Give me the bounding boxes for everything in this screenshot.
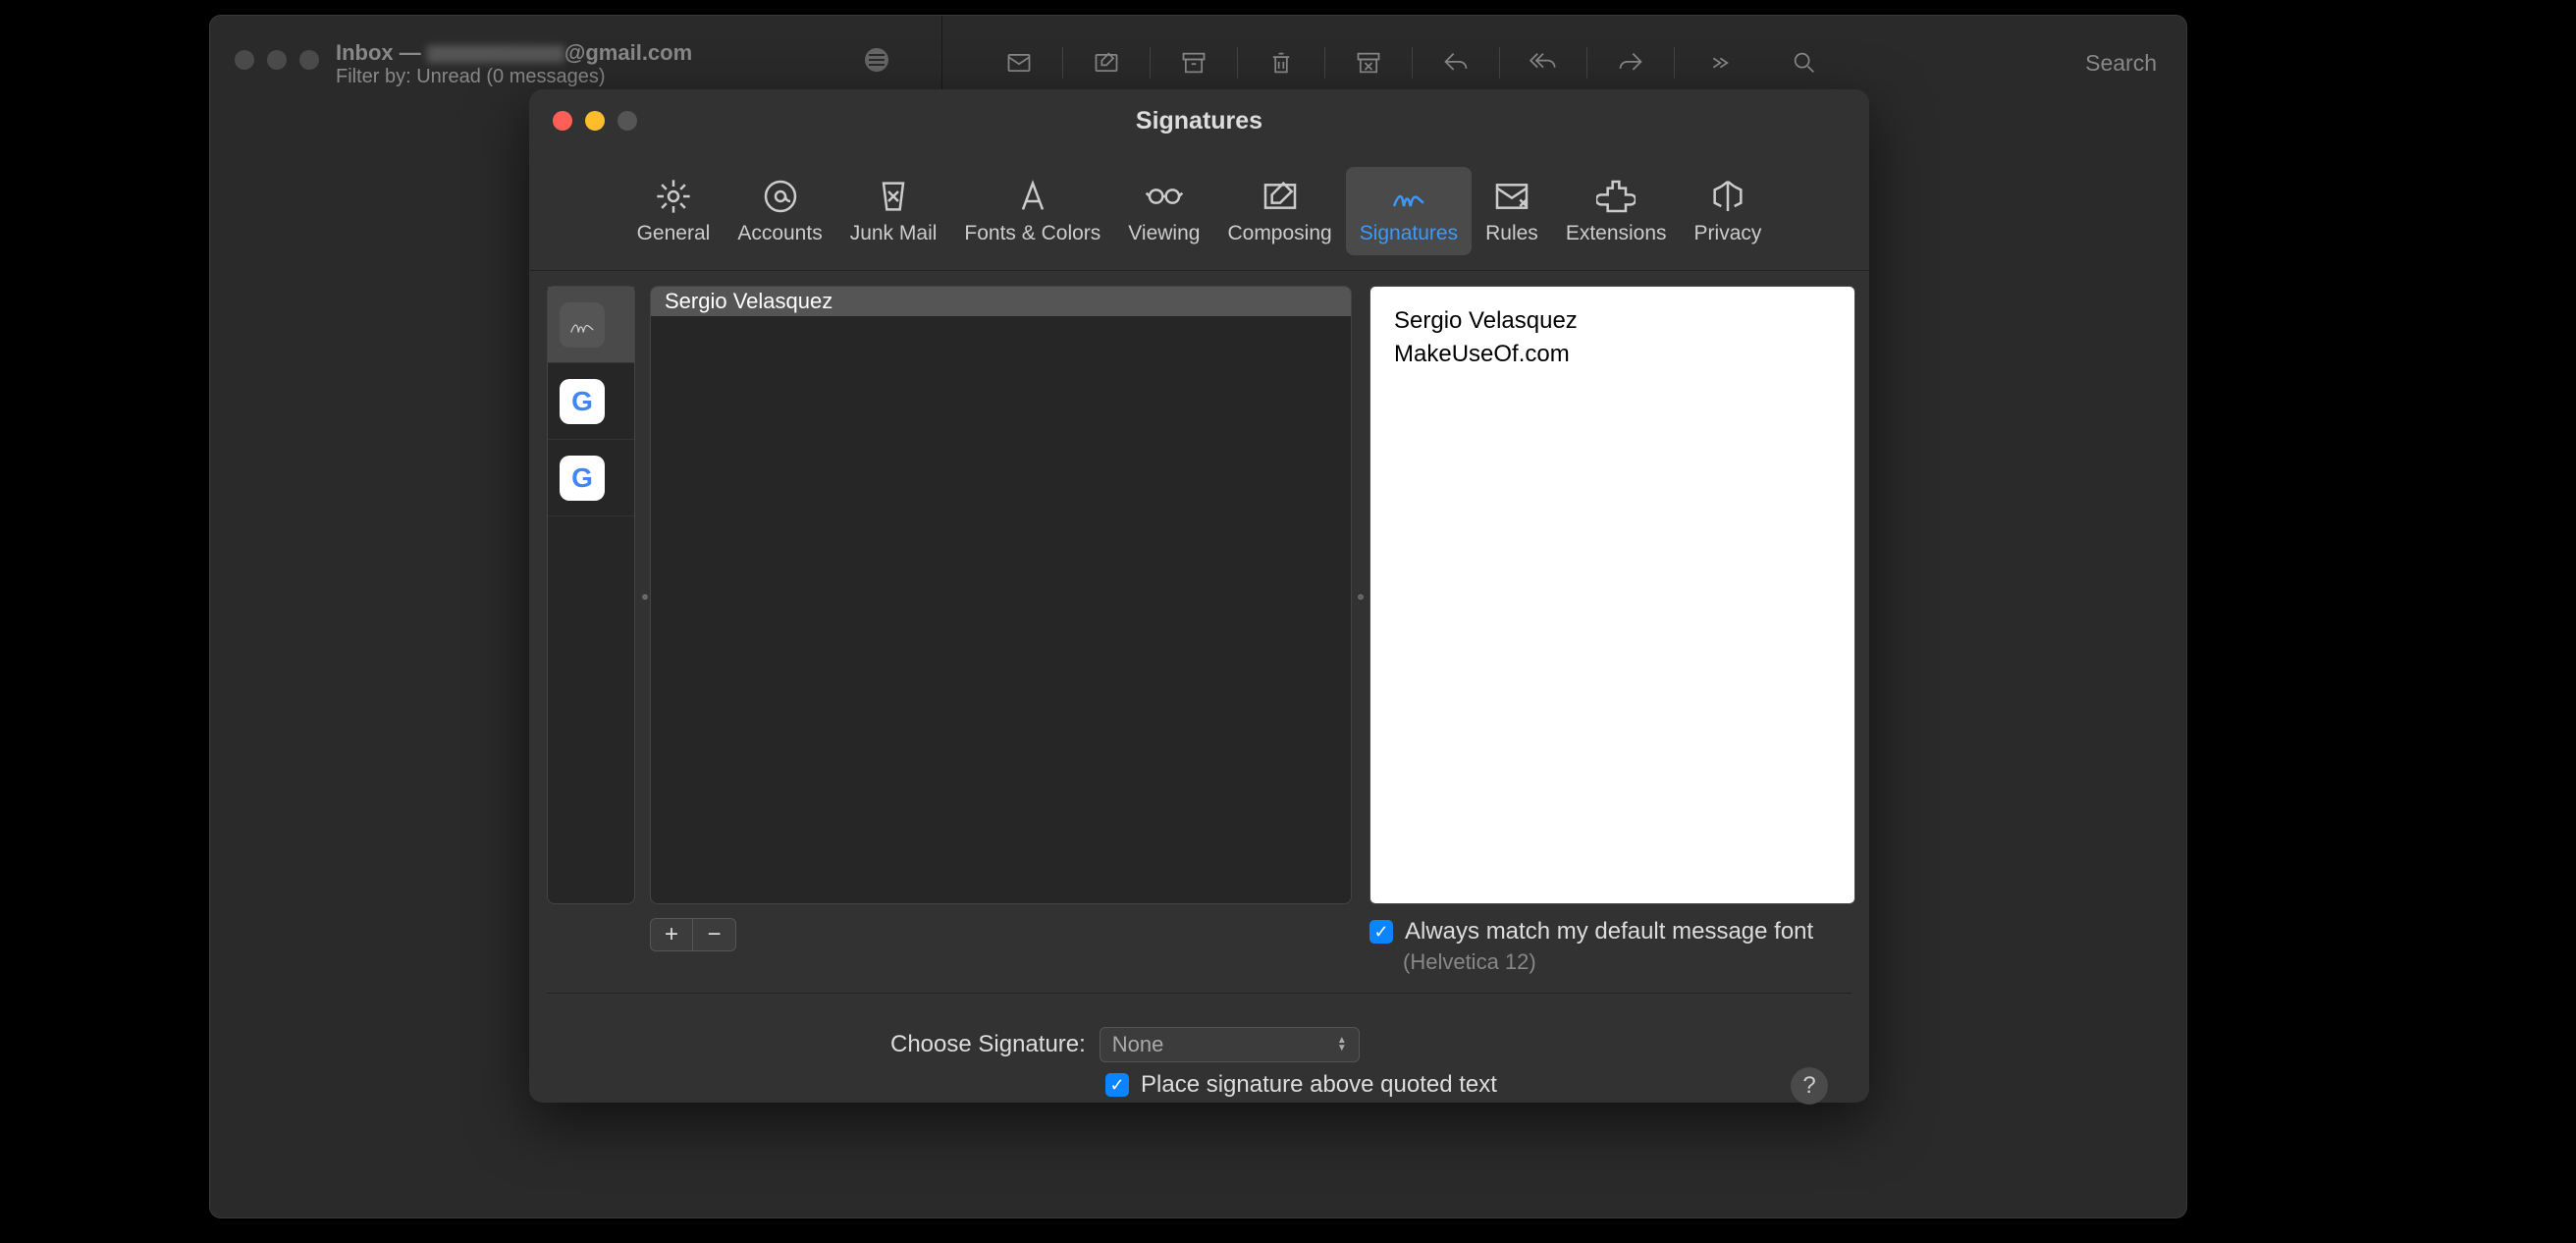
tab-label: Privacy — [1694, 222, 1762, 245]
place-signature-label: Place signature above quoted text — [1141, 1071, 1497, 1099]
tab-label: Viewing — [1128, 222, 1200, 245]
tab-accounts[interactable]: Accounts — [724, 167, 835, 255]
signature-line: Sergio Velasquez — [1394, 304, 1831, 338]
email-domain: @gmail.com — [564, 40, 692, 65]
tab-signatures[interactable]: Signatures — [1346, 167, 1472, 255]
window-title: Inbox — @gmail.com — [336, 40, 692, 66]
tab-extensions[interactable]: Extensions — [1552, 167, 1681, 255]
signature-icon — [560, 302, 605, 348]
redacted-email — [427, 45, 564, 63]
add-remove-controls: + − — [650, 918, 736, 951]
tab-rules[interactable]: Rules — [1472, 167, 1552, 255]
mail-main-window: Inbox — @gmail.com Filter by: Unread (0 … — [209, 15, 2187, 1218]
match-font-option: ✓ Always match my default message font — [1369, 918, 1813, 946]
main-window-traffic-lights — [235, 50, 319, 70]
signatures-content: G G Sergio Velasquez Sergio Velasquez Ma… — [547, 286, 1852, 1083]
tab-label: Junk Mail — [850, 222, 938, 245]
column-grab-handle[interactable] — [1358, 594, 1364, 600]
main-toolbar — [976, 40, 1848, 84]
zoom-window-button[interactable] — [299, 50, 319, 70]
choose-signature-row: Choose Signature: None ▲▼ — [890, 1027, 1360, 1062]
google-icon: G — [560, 456, 605, 501]
preferences-tabs: General Accounts Junk Mail Fonts & Color… — [529, 151, 1869, 271]
tab-label: Rules — [1485, 222, 1538, 245]
minimize-window-button[interactable] — [267, 50, 287, 70]
delete-icon[interactable] — [1238, 40, 1324, 84]
account-google-1[interactable]: G — [548, 363, 634, 440]
more-icon[interactable] — [1675, 40, 1761, 84]
place-signature-checkbox[interactable]: ✓ — [1105, 1073, 1129, 1097]
archive-icon[interactable] — [1151, 40, 1237, 84]
signature-editor[interactable]: Sergio Velasquez MakeUseOf.com — [1369, 286, 1855, 904]
match-font-checkbox[interactable]: ✓ — [1369, 920, 1393, 944]
match-font-label: Always match my default message font — [1405, 918, 1813, 946]
window-title-area: Inbox — @gmail.com Filter by: Unread (0 … — [336, 40, 692, 88]
select-value: None — [1112, 1032, 1164, 1057]
tab-label: Extensions — [1566, 222, 1667, 245]
choose-signature-select[interactable]: None ▲▼ — [1100, 1027, 1360, 1062]
account-all-signatures[interactable] — [548, 287, 634, 363]
junk-icon[interactable] — [1325, 40, 1412, 84]
signatures-list: Sergio Velasquez — [650, 286, 1352, 904]
remove-signature-button[interactable]: − — [693, 918, 736, 951]
tab-label: General — [637, 222, 711, 245]
tab-label: Fonts & Colors — [964, 222, 1100, 245]
tab-label: Signatures — [1360, 222, 1458, 245]
help-button[interactable]: ? — [1791, 1067, 1828, 1105]
signature-line: MakeUseOf.com — [1394, 338, 1831, 371]
tab-general[interactable]: General — [623, 167, 724, 255]
forward-icon[interactable] — [1587, 40, 1674, 84]
chevron-updown-icon: ▲▼ — [1337, 1037, 1347, 1053]
section-divider — [547, 993, 1852, 994]
close-window-button[interactable] — [235, 50, 254, 70]
account-google-2[interactable]: G — [548, 440, 634, 516]
tab-label: Composing — [1227, 222, 1331, 245]
choose-signature-label: Choose Signature: — [890, 1031, 1086, 1058]
compose-icon[interactable] — [1063, 40, 1150, 84]
tab-privacy[interactable]: Privacy — [1681, 167, 1776, 255]
match-font-sublabel: (Helvetica 12) — [1403, 949, 1536, 975]
tab-fonts-colors[interactable]: Fonts & Colors — [950, 167, 1114, 255]
filter-status: Filter by: Unread (0 messages) — [336, 66, 692, 88]
inbox-label: Inbox — — [336, 40, 421, 65]
preferences-dialog: Signatures General Accounts Junk Mail Fo… — [529, 89, 1869, 1103]
dialog-title: Signatures — [529, 107, 1869, 135]
column-grab-handle[interactable] — [642, 594, 648, 600]
tab-label: Accounts — [737, 222, 822, 245]
add-signature-button[interactable]: + — [650, 918, 693, 951]
activity-indicator-icon[interactable] — [865, 48, 888, 72]
reply-all-icon[interactable] — [1500, 40, 1586, 84]
search-field[interactable]: Search — [2085, 50, 2157, 77]
get-mail-icon[interactable] — [976, 40, 1062, 84]
reply-icon[interactable] — [1413, 40, 1499, 84]
search-icon[interactable] — [1761, 40, 1848, 84]
tab-junk-mail[interactable]: Junk Mail — [836, 167, 951, 255]
signature-item[interactable]: Sergio Velasquez — [651, 287, 1351, 316]
google-icon: G — [560, 379, 605, 424]
tab-viewing[interactable]: Viewing — [1114, 167, 1213, 255]
accounts-list: G G — [547, 286, 635, 904]
place-signature-option: ✓ Place signature above quoted text — [1105, 1071, 1497, 1099]
tab-composing[interactable]: Composing — [1213, 167, 1345, 255]
